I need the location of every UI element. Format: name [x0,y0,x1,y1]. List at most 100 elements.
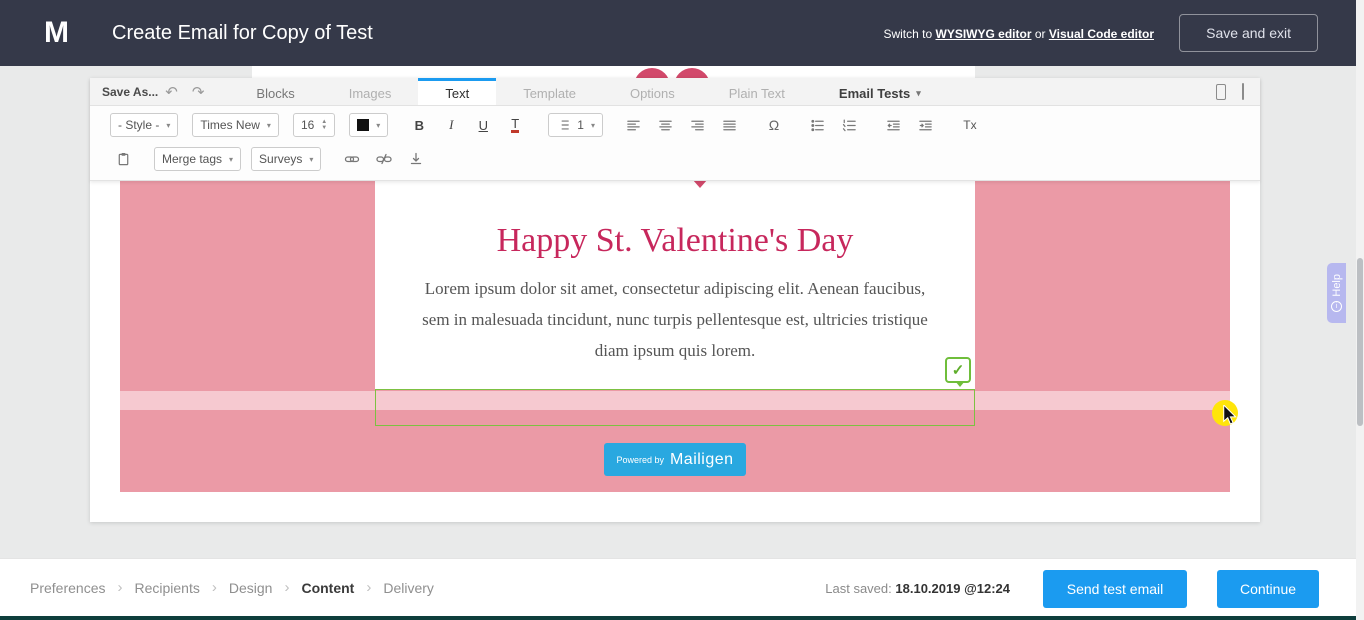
switch-or: or [1034,27,1046,41]
tab-email-tests-label: Email Tests [838,85,911,101]
breadcrumb-preferences[interactable]: Preferences [30,580,105,596]
align-justify-icon[interactable] [717,113,743,137]
color-swatch [357,119,370,131]
tab-email-tests[interactable]: Email Tests ▾ [812,78,948,105]
surveys-label: Surveys [259,152,303,166]
chevron-down-icon: ▾ [376,120,381,130]
unordered-list-icon[interactable] [805,113,831,137]
font-family-dropdown[interactable]: Times New ▾ [192,113,279,137]
indent-icon[interactable] [913,113,939,137]
list-style-dropdown[interactable]: 1 ▾ [548,113,603,137]
preview-device-buttons [1216,78,1244,105]
align-right-icon[interactable] [685,113,711,137]
page-title: Create Email for Copy of Test [112,21,373,44]
redo-icon[interactable]: ↷ [185,78,212,105]
stepper-arrows[interactable]: ▲ ▼ [321,119,327,131]
check-icon: ✓ [951,362,965,379]
insert-row: Merge tags ▾ Surveys ▾ [90,142,1260,180]
italic-button[interactable]: I [438,113,464,137]
style-dropdown[interactable]: - Style - ▾ [110,113,179,137]
insert-link-icon[interactable] [339,147,365,171]
breadcrumb-recipients[interactable]: Recipients [134,580,199,596]
email-scrolled-peek [252,66,975,78]
outdent-icon[interactable] [881,113,907,137]
list-level-value: 1 [577,118,584,132]
chevron-down-icon: ▾ [916,87,921,98]
font-size-stepper[interactable]: 16 ▲ ▼ [292,113,336,137]
badge-pointer [955,381,965,387]
remove-link-icon[interactable] [371,147,397,171]
last-saved-status: Last saved: 18.10.2019 @12:24 [825,581,1010,596]
email-content-block[interactable]: Happy St. Valentine's Day Lorem ipsum do… [375,170,975,390]
surveys-dropdown[interactable]: Surveys ▾ [251,147,322,171]
tab-template[interactable]: Template [496,78,603,105]
breadcrumb-content[interactable]: Content [301,580,354,596]
scrollbar-thumb[interactable] [1357,258,1363,426]
breadcrumb-delivery[interactable]: Delivery [383,580,434,596]
stepper-down-icon[interactable]: ▼ [321,125,327,131]
mobile-preview-icon[interactable] [1216,83,1226,100]
anchor-icon[interactable] [403,147,429,171]
align-center-icon[interactable] [653,113,679,137]
tab-plain-text[interactable]: Plain Text [702,78,812,105]
heart-lobe-left [634,68,670,78]
breadcrumb: Preferences › Recipients › Design › Cont… [30,559,434,616]
bottom-edge-bar [0,616,1364,620]
chevron-right-icon: › [366,579,372,596]
text-color-dropdown[interactable]: ▾ [349,113,389,137]
chevron-down-icon: ▾ [309,154,314,164]
confirm-block-badge[interactable]: ✓ [945,357,971,387]
chevron-right-icon: › [117,579,123,596]
tab-spacer [948,78,1216,105]
bold-button[interactable]: B [406,113,432,137]
powered-by-label: Powered by [616,454,664,465]
chevron-down-icon: ▾ [229,154,234,164]
app-header: M Create Email for Copy of Test Switch t… [0,0,1364,66]
chevron-right-icon: › [284,579,290,596]
text-highlight-button[interactable]: T [502,113,528,137]
paste-icon[interactable] [110,147,136,171]
ordered-list-icon[interactable] [837,113,863,137]
editor-switch-links: Switch to WYSIWYG editor or Visual Code … [883,27,1154,41]
tab-blocks[interactable]: Blocks [229,78,321,105]
tab-text[interactable]: Text [418,78,497,105]
last-saved-value: 18.10.2019 @12:24 [895,581,1010,596]
text-highlight-glyph: T [511,116,520,133]
email-heading[interactable]: Happy St. Valentine's Day [375,222,975,260]
list-lines-icon [561,120,570,130]
chevron-down-icon: ▾ [266,120,271,130]
chevron-down-icon: ▾ [166,120,171,130]
toolbar-tab-row: Save As... ↶ ↷ Blocks Images Text Templa… [90,78,1260,106]
powered-by-badge[interactable]: Powered by Mailigen [604,443,746,476]
continue-button[interactable]: Continue [1217,570,1319,608]
desktop-preview-icon[interactable] [1242,83,1244,100]
mailigen-logo[interactable]: M [44,16,70,50]
tab-options[interactable]: Options [603,78,702,105]
breadcrumb-design[interactable]: Design [229,580,273,596]
align-left-icon[interactable] [621,113,647,137]
help-tab-label: Help [1330,274,1343,297]
special-character-button[interactable]: Ω [761,113,787,137]
editor-card: Save As... ↶ ↷ Blocks Images Text Templa… [90,78,1260,522]
wysiwyg-editor-link[interactable]: WYSIWYG editor [936,27,1032,41]
save-and-exit-button[interactable]: Save and exit [1179,14,1318,52]
mouse-cursor-icon [1223,405,1237,425]
help-tab[interactable]: Help i [1327,263,1346,323]
font-size-value: 16 [300,118,315,132]
send-test-email-button[interactable]: Send test email [1043,570,1187,608]
clear-formatting-button[interactable]: Tx [957,113,983,137]
heart-lobe-right [674,68,710,78]
chevron-right-icon: › [211,579,217,596]
footer-bar: Preferences › Recipients › Design › Cont… [0,558,1364,616]
last-saved-label: Last saved: [825,581,892,596]
scrollbar[interactable] [1356,0,1364,620]
email-body-text[interactable]: Lorem ipsum dolor sit amet, consectetur … [411,273,939,366]
info-icon: i [1331,300,1342,312]
selected-empty-block[interactable] [375,389,975,426]
visual-code-editor-link[interactable]: Visual Code editor [1049,27,1154,41]
underline-button[interactable]: U [470,113,496,137]
merge-tags-dropdown[interactable]: Merge tags ▾ [154,147,242,171]
save-as-button[interactable]: Save As... [102,78,158,105]
undo-icon[interactable]: ↶ [158,78,185,105]
tab-images[interactable]: Images [322,78,419,105]
